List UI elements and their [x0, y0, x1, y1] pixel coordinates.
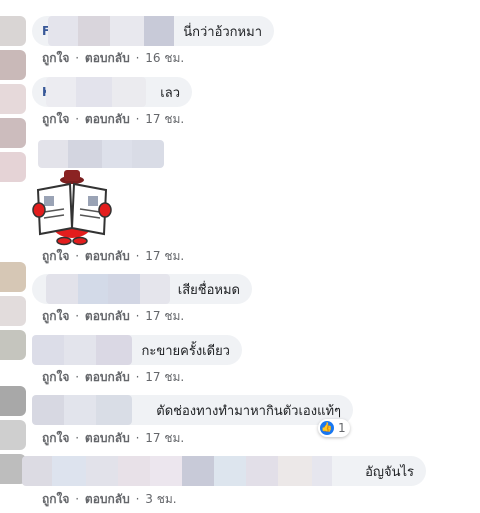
comment-time[interactable]: 17 ชม. — [145, 309, 184, 323]
blurred-name — [22, 456, 352, 486]
avatar[interactable] — [0, 84, 26, 114]
reply-link[interactable]: ตอบกลับ — [85, 112, 130, 126]
comment-actions: ถูกใจ · ตอบกลับ · 17 ชม. — [42, 429, 186, 448]
comment-bubble: F นี่กว่าอ้วกหมา — [32, 16, 274, 46]
comment-actions: ถูกใจ · ตอบกลับ · 17 ชม. — [42, 368, 186, 387]
like-link[interactable]: ถูกใจ — [42, 431, 69, 445]
avatar[interactable] — [0, 296, 26, 326]
separator: · — [75, 431, 80, 445]
like-icon: 👍 — [320, 421, 334, 435]
separator: · — [75, 492, 80, 506]
comment-text: อัญจันไร — [365, 464, 414, 480]
like-link[interactable]: ถูกใจ — [42, 112, 69, 126]
like-link[interactable]: ถูกใจ — [42, 309, 69, 323]
comment-time[interactable]: 3 ชม. — [145, 492, 176, 506]
newspaper-mascot-sticker[interactable] — [30, 168, 114, 246]
comment-time[interactable]: 16 ชม. — [145, 51, 184, 65]
like-link[interactable]: ถูกใจ — [42, 51, 69, 65]
blurred-name — [32, 335, 132, 365]
comment-actions: ถูกใจ · ตอบกลับ · 3 ชม. — [42, 490, 179, 509]
separator: · — [135, 51, 140, 65]
separator: · — [135, 431, 140, 445]
like-link[interactable]: ถูกใจ — [42, 370, 69, 384]
blurred-name — [32, 395, 132, 425]
reaction-count[interactable]: 👍 1 — [318, 419, 350, 437]
reply-link[interactable]: ตอบกลับ — [85, 431, 130, 445]
separator: · — [75, 370, 80, 384]
comment-text: ตัดช่องทางทำมาหากินตัวเองแท้ๆ — [156, 403, 341, 419]
comment-time[interactable]: 17 ชม. — [145, 431, 184, 445]
comment-time[interactable]: 17 ชม. — [145, 249, 184, 263]
reply-link[interactable]: ตอบกลับ — [85, 492, 130, 506]
separator: · — [135, 112, 140, 126]
separator: · — [135, 492, 140, 506]
like-link[interactable]: ถูกใจ — [42, 492, 69, 506]
comment-text: นี่กว่าอ้วกหมา — [183, 24, 262, 40]
comment-text: เสียชื่อหมด — [177, 282, 240, 298]
comment-text: กะขายครั้งเดียว — [141, 343, 231, 359]
reply-link[interactable]: ตอบกลับ — [85, 249, 130, 263]
avatar[interactable] — [0, 262, 26, 292]
avatar[interactable] — [0, 118, 26, 148]
comment-bubble: K เลว — [32, 77, 192, 107]
comment-actions: ถูกใจ · ตอบกลับ · 17 ชม. — [42, 247, 186, 266]
reply-link[interactable]: ตอบกลับ — [85, 51, 130, 65]
comment-bubble: ตัดช่องทางทำมาหากินตัวเองแท้ๆ — [32, 395, 353, 425]
reaction-number: 1 — [338, 421, 346, 435]
comment-bubble: อัญจันไร — [22, 456, 426, 486]
like-link[interactable]: ถูกใจ — [42, 249, 69, 263]
comment-actions: ถูกใจ · ตอบกลับ · 17 ชม. — [42, 110, 186, 129]
separator: · — [135, 309, 140, 323]
avatar[interactable] — [0, 50, 26, 80]
blurred-name — [38, 140, 164, 168]
avatar[interactable] — [0, 330, 26, 360]
avatar[interactable] — [0, 16, 26, 46]
comment-actions: ถูกใจ · ตอบกลับ · 16 ชม. — [42, 49, 186, 68]
separator: · — [135, 370, 140, 384]
separator: · — [75, 51, 80, 65]
avatar[interactable] — [0, 386, 26, 416]
comment-text: เลว — [160, 85, 180, 101]
comment-time[interactable]: 17 ชม. — [145, 112, 184, 126]
separator: · — [75, 112, 80, 126]
separator: · — [75, 249, 80, 263]
avatar[interactable] — [0, 152, 26, 182]
comment-bubble: เสียชื่อหมด — [32, 274, 252, 304]
blurred-name — [46, 274, 170, 304]
avatar[interactable] — [0, 420, 26, 450]
blurred-name — [46, 77, 146, 107]
comment-time[interactable]: 17 ชม. — [145, 370, 184, 384]
reply-link[interactable]: ตอบกลับ — [85, 370, 130, 384]
reply-link[interactable]: ตอบกลับ — [85, 309, 130, 323]
comment-actions: ถูกใจ · ตอบกลับ · 17 ชม. — [42, 307, 186, 326]
separator: · — [75, 309, 80, 323]
separator: · — [135, 249, 140, 263]
comment-bubble: กะขายครั้งเดียว — [32, 335, 242, 365]
